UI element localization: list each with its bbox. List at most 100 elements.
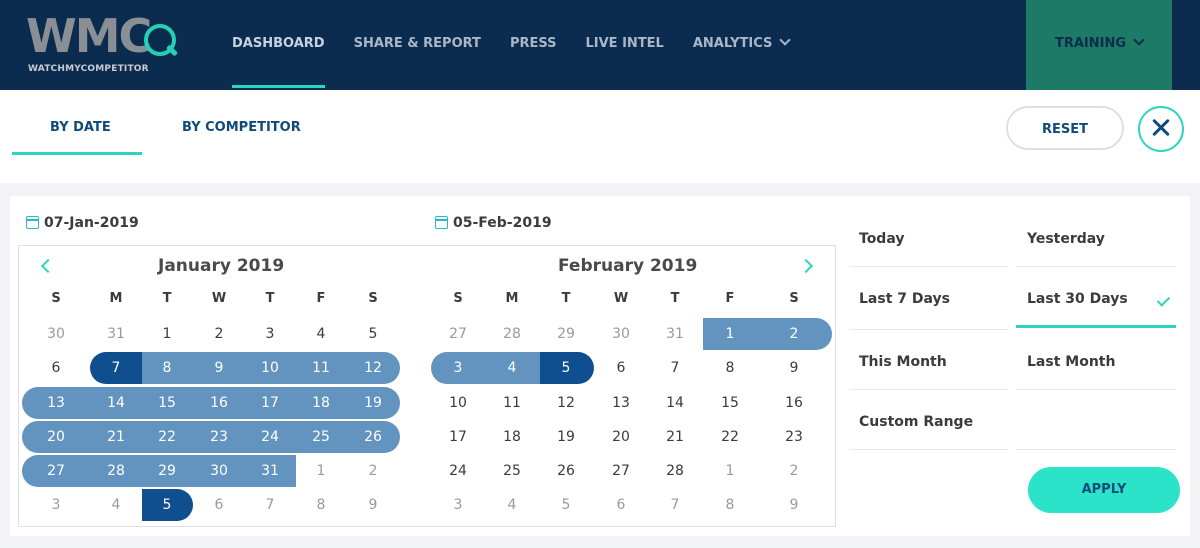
february-day-cell[interactable]: 4 [488,352,536,384]
preset-today[interactable]: Today [859,231,904,247]
january-day-cell[interactable]: 3 [32,489,80,521]
january-day-cell[interactable]: 5 [349,318,397,350]
january-day-cell[interactable]: 11 [297,352,345,384]
february-day-cell[interactable]: 26 [542,455,590,487]
january-day-cell[interactable]: 24 [246,421,294,453]
january-day-cell[interactable]: 5 [143,489,191,521]
january-day-cell[interactable]: 22 [143,421,191,453]
february-day-cell[interactable]: 3 [434,352,482,384]
february-day-cell[interactable]: 27 [434,318,482,350]
february-day-cell[interactable]: 11 [488,387,536,419]
february-day-cell[interactable]: 5 [542,352,590,384]
nav-live-intel[interactable]: LIVE INTEL [586,0,664,90]
february-day-cell[interactable]: 25 [488,455,536,487]
january-day-cell[interactable]: 31 [246,455,294,487]
january-day-cell[interactable]: 19 [349,387,397,419]
preset-last-month[interactable]: Last Month [1027,354,1115,370]
february-day-cell[interactable]: 7 [651,352,699,384]
february-day-cell[interactable]: 27 [597,455,645,487]
february-day-cell[interactable]: 3 [434,489,482,521]
february-day-cell[interactable]: 2 [770,318,818,350]
january-day-cell[interactable]: 21 [92,421,140,453]
january-day-cell[interactable]: 27 [32,455,80,487]
january-day-cell[interactable]: 16 [195,387,243,419]
january-day-cell[interactable]: 30 [32,318,80,350]
february-day-cell[interactable]: 22 [706,421,754,453]
february-day-cell[interactable]: 8 [706,489,754,521]
january-day-cell[interactable]: 7 [246,489,294,521]
january-day-cell[interactable]: 7 [92,352,140,384]
january-day-cell[interactable]: 2 [349,455,397,487]
february-day-cell[interactable]: 31 [651,318,699,350]
february-day-cell[interactable]: 17 [434,421,482,453]
january-day-cell[interactable]: 29 [143,455,191,487]
tab-by-date[interactable]: BY DATE [50,120,111,135]
february-day-cell[interactable]: 1 [706,455,754,487]
february-day-cell[interactable]: 1 [706,318,754,350]
preset-last-30-days[interactable]: Last 30 Days [1027,291,1128,307]
january-day-cell[interactable]: 2 [195,318,243,350]
february-day-cell[interactable]: 18 [488,421,536,453]
february-day-cell[interactable]: 13 [597,387,645,419]
january-day-cell[interactable]: 8 [297,489,345,521]
january-day-cell[interactable]: 6 [32,352,80,384]
february-day-cell[interactable]: 24 [434,455,482,487]
january-day-cell[interactable]: 4 [92,489,140,521]
wmc-logo[interactable]: WMC WATCHMYCOMPETITOR [26,10,179,80]
january-day-cell[interactable]: 18 [297,387,345,419]
apply-button[interactable]: APPLY [1028,467,1180,513]
january-day-cell[interactable]: 8 [143,352,191,384]
february-day-cell[interactable]: 15 [706,387,754,419]
january-day-cell[interactable]: 1 [297,455,345,487]
preset-last-7-days[interactable]: Last 7 Days [859,291,950,307]
february-day-cell[interactable]: 28 [651,455,699,487]
january-day-cell[interactable]: 23 [195,421,243,453]
february-day-cell[interactable]: 14 [651,387,699,419]
nav-press[interactable]: PRESS [510,0,557,90]
january-day-cell[interactable]: 1 [143,318,191,350]
february-day-cell[interactable]: 30 [597,318,645,350]
february-day-cell[interactable]: 12 [542,387,590,419]
preset-custom-range[interactable]: Custom Range [859,414,973,430]
january-day-cell[interactable]: 10 [246,352,294,384]
january-day-cell[interactable]: 30 [195,455,243,487]
february-day-cell[interactable]: 23 [770,421,818,453]
february-day-cell[interactable]: 16 [770,387,818,419]
february-day-cell[interactable]: 28 [488,318,536,350]
start-date-display[interactable]: 07-Jan-2019 [26,215,139,231]
january-day-cell[interactable]: 25 [297,421,345,453]
january-day-cell[interactable]: 20 [32,421,80,453]
february-day-cell[interactable]: 9 [770,352,818,384]
reset-button[interactable]: RESET [1006,106,1124,150]
january-day-cell[interactable]: 17 [246,387,294,419]
february-day-cell[interactable]: 6 [597,489,645,521]
february-day-cell[interactable]: 2 [770,455,818,487]
february-day-cell[interactable]: 6 [597,352,645,384]
january-day-cell[interactable]: 31 [92,318,140,350]
january-day-cell[interactable]: 3 [246,318,294,350]
january-day-cell[interactable]: 9 [349,489,397,521]
january-day-cell[interactable]: 6 [195,489,243,521]
preset-this-month[interactable]: This Month [859,354,947,370]
february-day-cell[interactable]: 8 [706,352,754,384]
nav-share-report[interactable]: SHARE & REPORT [354,0,481,90]
february-day-cell[interactable]: 10 [434,387,482,419]
january-day-cell[interactable]: 4 [297,318,345,350]
february-day-cell[interactable]: 9 [770,489,818,521]
february-day-cell[interactable]: 21 [651,421,699,453]
training-menu[interactable]: TRAINING [1026,0,1172,90]
january-day-cell[interactable]: 13 [32,387,80,419]
january-day-cell[interactable]: 28 [92,455,140,487]
january-day-cell[interactable]: 9 [195,352,243,384]
nav-analytics[interactable]: ANALYTICS [693,0,792,90]
january-day-cell[interactable]: 12 [349,352,397,384]
tab-by-competitor[interactable]: BY COMPETITOR [182,120,301,135]
end-date-display[interactable]: 05-Feb-2019 [435,215,552,231]
february-day-cell[interactable]: 7 [651,489,699,521]
february-day-cell[interactable]: 4 [488,489,536,521]
nav-dashboard[interactable]: DASHBOARD [232,0,325,90]
close-icon[interactable] [1138,106,1184,152]
february-day-cell[interactable]: 19 [542,421,590,453]
february-day-cell[interactable]: 29 [542,318,590,350]
february-day-cell[interactable]: 20 [597,421,645,453]
